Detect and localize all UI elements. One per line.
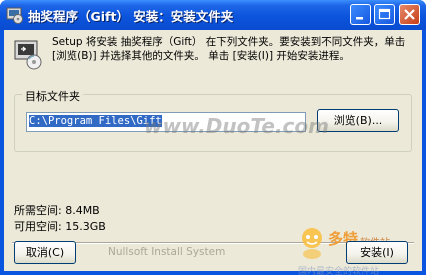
- destination-path-value: C:\Program Files\Gift: [29, 115, 162, 127]
- maximize-button[interactable]: [374, 4, 395, 25]
- close-icon: [404, 9, 415, 20]
- close-button[interactable]: [399, 4, 420, 25]
- destination-group-label: 目标文件夹: [22, 88, 83, 104]
- space-required: 所需空间: 8.4MB: [14, 204, 100, 217]
- intro-text: Setup 将安装 抽奖程序（Gift） 在下列文件夹。要安装到不同文件夹，单击…: [52, 36, 406, 62]
- browse-button[interactable]: 浏览(B)...: [317, 109, 399, 132]
- site-logo-slogan: 国内最安全的软件站: [298, 267, 380, 277]
- window-title: 抽奖程序（Gift） 安装：安装文件夹: [28, 9, 234, 24]
- installer-icon: [6, 6, 24, 24]
- installer-window: 抽奖程序（Gift） 安装：安装文件夹 Setup 将安装 抽奖程序（Gift）…: [0, 0, 426, 277]
- minimize-button[interactable]: [350, 4, 371, 25]
- installer-disk-icon: [12, 38, 44, 70]
- space-available: 可用空间: 15.3GB: [14, 220, 106, 233]
- maximize-icon: [378, 8, 391, 20]
- title-bar[interactable]: 抽奖程序（Gift） 安装：安装文件夹: [0, 0, 426, 30]
- cancel-button[interactable]: 取消(C): [14, 241, 76, 264]
- destination-path-input[interactable]: C:\Program Files\Gift: [26, 112, 306, 132]
- nsis-brand: Nullsoft Install System: [108, 246, 230, 258]
- minimize-icon: [356, 17, 363, 20]
- install-button[interactable]: 安装(I): [346, 241, 408, 264]
- dialog-body: Setup 将安装 抽奖程序（Gift） 在下列文件夹。要安装到不同文件夹，单击…: [4, 30, 422, 277]
